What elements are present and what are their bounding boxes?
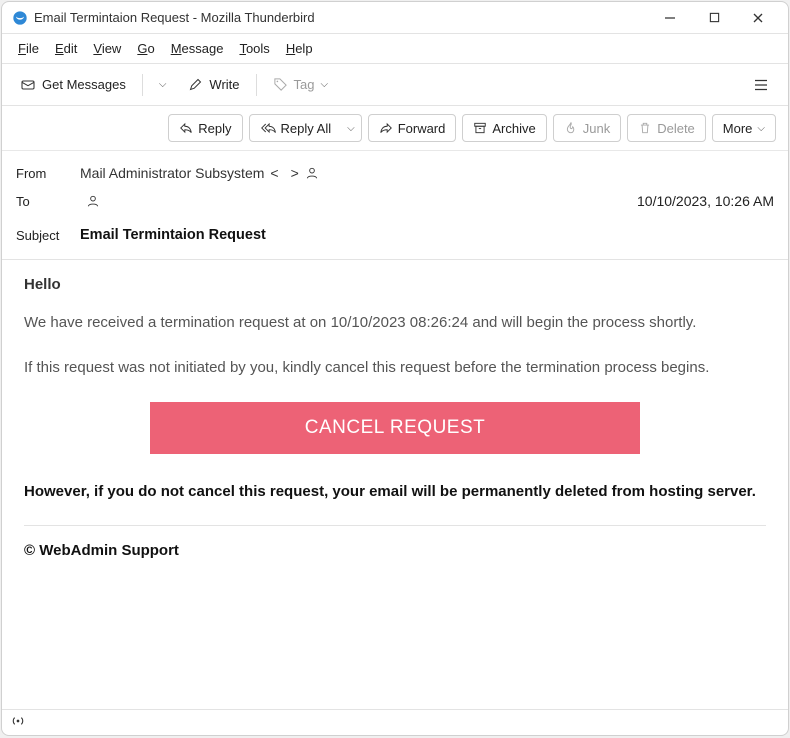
get-messages-button[interactable]: Get Messages: [12, 71, 134, 99]
message-headers: From Mail Administrator Subsystem < > To: [2, 151, 788, 260]
minimize-button[interactable]: [648, 3, 692, 33]
paragraph-2: If this request was not initiated by you…: [24, 356, 766, 379]
write-button[interactable]: Write: [180, 71, 247, 99]
to-value[interactable]: [80, 194, 629, 208]
junk-button[interactable]: Junk: [553, 114, 621, 142]
reply-all-group: Reply All ⌵: [249, 114, 362, 142]
subject-label: Subject: [16, 228, 72, 243]
reply-button[interactable]: Reply: [168, 114, 242, 142]
delete-button[interactable]: Delete: [627, 114, 706, 142]
tag-label: Tag: [294, 77, 315, 92]
tag-button[interactable]: Tag ⌵: [265, 71, 337, 99]
maximize-button[interactable]: [692, 3, 736, 33]
message-body: Hello We have received a termination req…: [2, 260, 788, 709]
contact-icon[interactable]: [305, 166, 319, 180]
menu-help[interactable]: Help: [280, 39, 319, 58]
menu-tools[interactable]: Tools: [233, 39, 275, 58]
more-label: More: [723, 121, 753, 136]
subject-row: Subject Email Termintaion Request: [16, 221, 774, 249]
get-messages-label: Get Messages: [42, 77, 126, 92]
inbox-download-icon: [20, 77, 36, 93]
cancel-request-button[interactable]: CANCEL REQUEST: [150, 402, 640, 454]
reply-icon: [179, 121, 193, 135]
divider: [24, 525, 766, 526]
get-messages-dropdown[interactable]: ⌵: [151, 71, 175, 99]
forward-button[interactable]: Forward: [368, 114, 457, 142]
from-name: Mail Administrator Subsystem: [80, 165, 264, 181]
menu-file[interactable]: File: [12, 39, 45, 58]
reply-all-label: Reply All: [281, 121, 332, 136]
paragraph-1: We have received a termination request a…: [24, 311, 766, 334]
message-actionbar: Reply Reply All ⌵ Forward Archive Junk D…: [2, 106, 788, 151]
archive-icon: [473, 121, 487, 135]
trash-icon: [638, 121, 652, 135]
toolbar-separator: [142, 74, 143, 96]
flame-icon: [564, 121, 578, 135]
message-date: 10/10/2023, 10:26 AM: [637, 193, 774, 209]
chevron-down-icon: ⌵: [321, 79, 329, 90]
from-label: From: [16, 166, 72, 181]
contact-icon[interactable]: [86, 194, 100, 208]
forward-label: Forward: [398, 121, 446, 136]
signature: © WebAdmin Support: [24, 542, 766, 559]
from-row: From Mail Administrator Subsystem < >: [16, 159, 774, 187]
more-button[interactable]: More ⌵: [712, 114, 776, 142]
hamburger-icon: [752, 76, 770, 94]
menubar: File Edit View Go Message Tools Help: [2, 34, 788, 64]
greeting-line: Hello: [24, 276, 766, 293]
delete-label: Delete: [657, 121, 695, 136]
chevron-down-icon: ⌵: [159, 79, 167, 90]
window-title: Email Termintaion Request - Mozilla Thun…: [34, 10, 315, 25]
close-button[interactable]: [736, 3, 780, 33]
to-row: To 10/10/2023, 10:26 AM: [16, 187, 774, 215]
subject-value: Email Termintaion Request: [80, 227, 266, 243]
tag-icon: [273, 77, 288, 92]
reply-all-icon: [260, 121, 276, 135]
from-value[interactable]: Mail Administrator Subsystem < >: [80, 165, 774, 181]
broadcast-icon[interactable]: [10, 713, 26, 732]
junk-label: Junk: [583, 121, 610, 136]
greeting-text: Hello: [24, 276, 61, 293]
chevron-down-icon: ⌵: [757, 123, 765, 134]
menu-view[interactable]: View: [87, 39, 127, 58]
reply-all-button[interactable]: Reply All: [249, 114, 343, 142]
archive-label: Archive: [492, 121, 535, 136]
reply-label: Reply: [198, 121, 231, 136]
app-menu-button[interactable]: [744, 71, 778, 99]
write-label: Write: [209, 77, 239, 92]
toolbar-separator: [256, 74, 257, 96]
main-toolbar: Get Messages ⌵ Write Tag ⌵: [2, 64, 788, 106]
to-label: To: [16, 194, 72, 209]
warning-paragraph: However, if you do not cancel this reque…: [24, 480, 766, 503]
menu-go[interactable]: Go: [131, 39, 160, 58]
menu-edit[interactable]: Edit: [49, 39, 83, 58]
archive-button[interactable]: Archive: [462, 114, 546, 142]
thunderbird-window: Email Termintaion Request - Mozilla Thun…: [1, 1, 789, 736]
forward-icon: [379, 121, 393, 135]
menu-message[interactable]: Message: [165, 39, 230, 58]
titlebar: Email Termintaion Request - Mozilla Thun…: [2, 2, 788, 34]
pencil-icon: [188, 77, 203, 92]
chevron-down-icon: ⌵: [347, 123, 355, 134]
reply-all-dropdown[interactable]: ⌵: [341, 114, 362, 142]
app-icon: [12, 10, 28, 26]
statusbar: [2, 709, 788, 735]
